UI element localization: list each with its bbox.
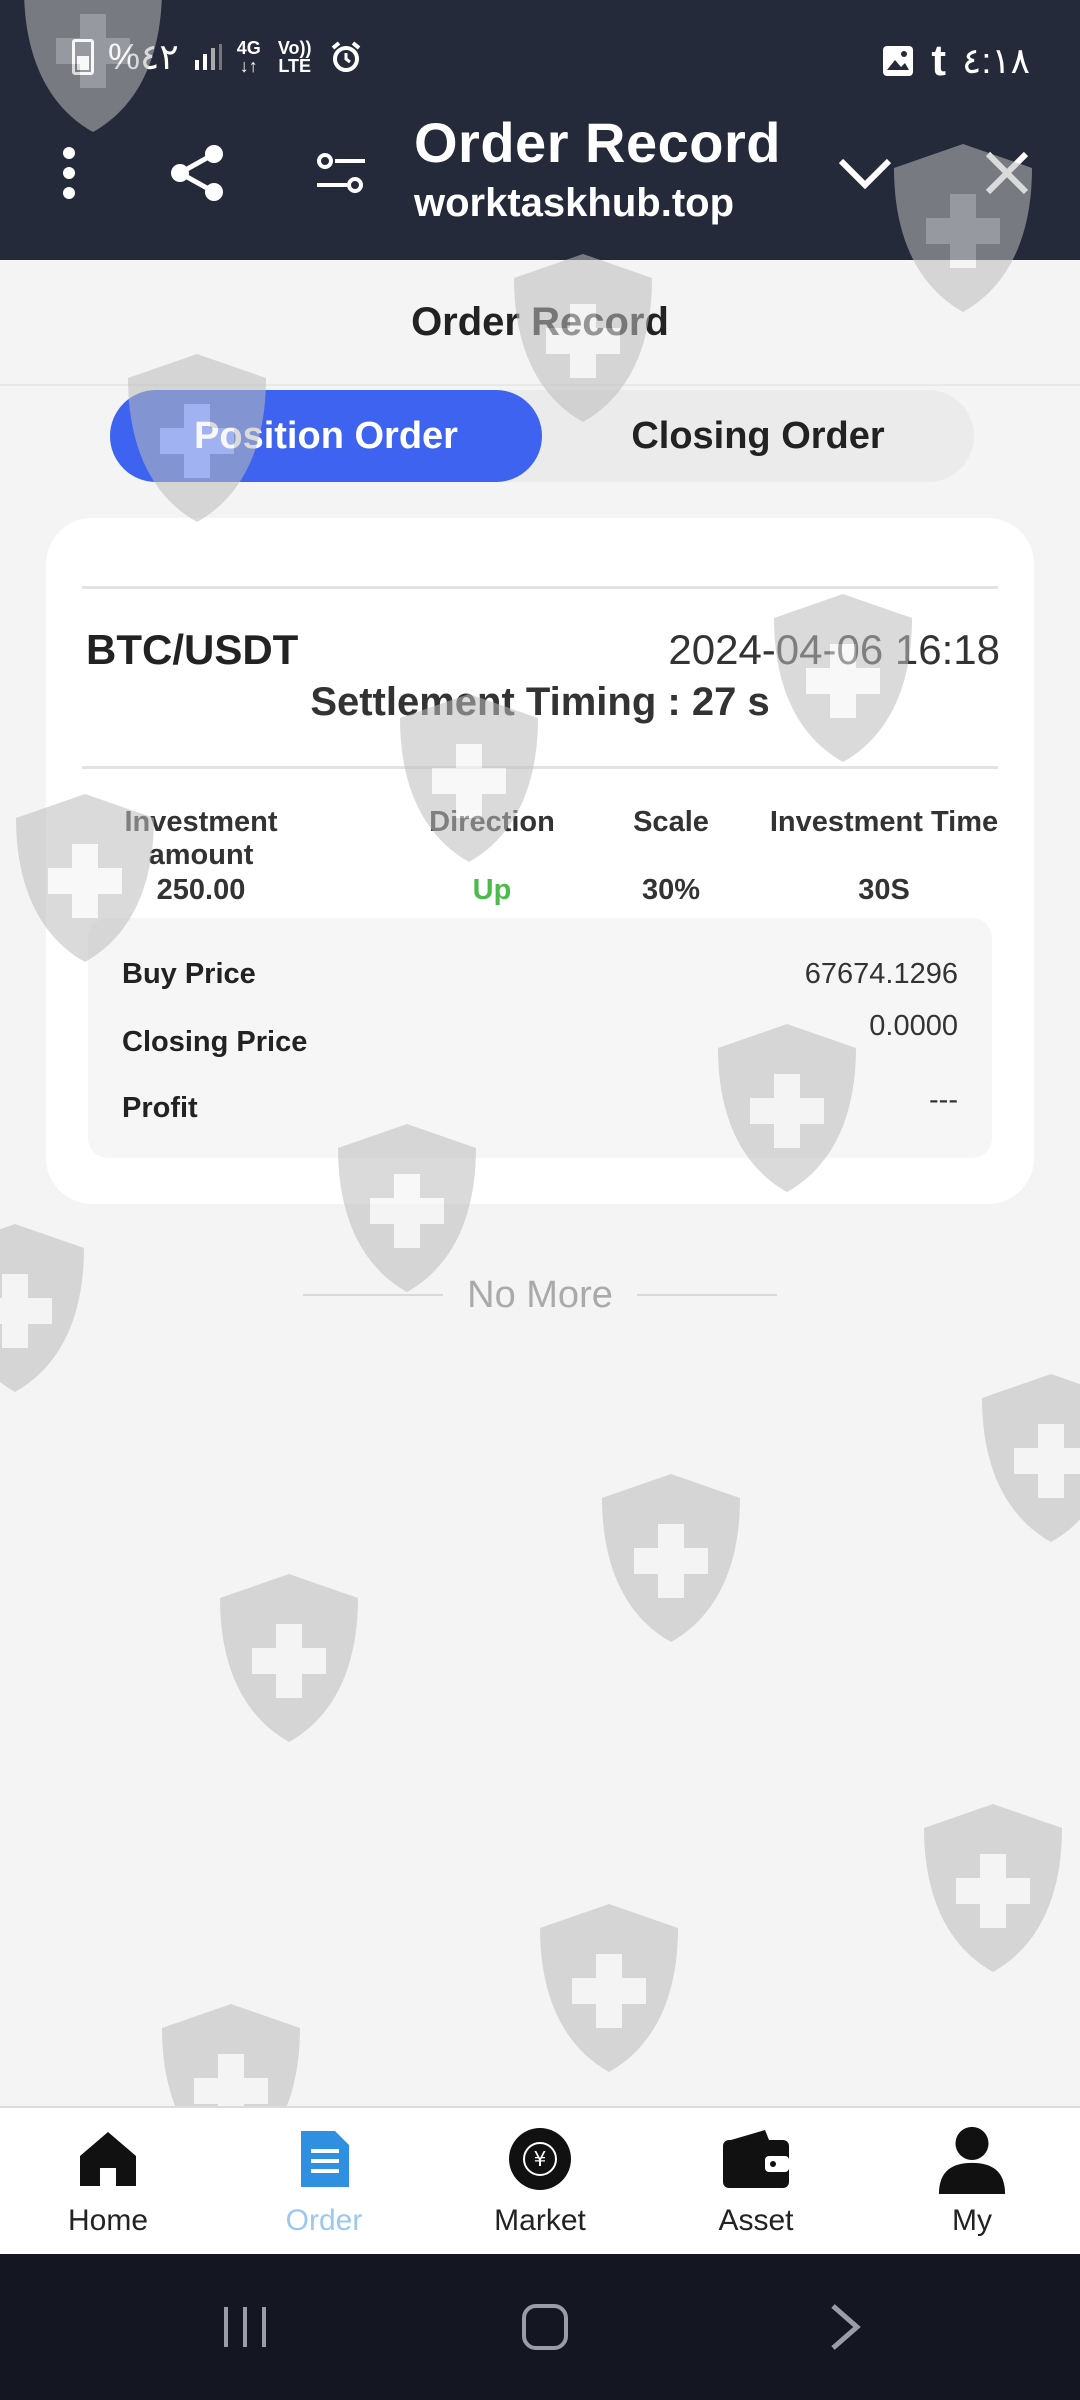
- investment-amount-value: 250.00: [156, 874, 246, 906]
- browser-toolbar: Order Record worktaskhub.top: [0, 100, 1080, 260]
- list-end-line-left: [303, 1294, 444, 1296]
- close-icon: [985, 151, 1029, 195]
- recents-icon: [224, 2307, 266, 2347]
- more-vert-icon: [63, 147, 75, 199]
- alarm-icon: [331, 41, 360, 72]
- card-divider-middle: [82, 766, 998, 769]
- status-right: t ٤:١٨: [881, 36, 1030, 86]
- profit-value: ---: [929, 1084, 958, 1116]
- browser-top-bar: %٤٢ 4G ↓↑ Vo)) LTE t ٤:١٨ Order Record wo…: [0, 0, 1080, 260]
- watermark-shield-icon: [540, 1904, 678, 2072]
- user-icon: [937, 2124, 1007, 2194]
- nav-order[interactable]: Order: [216, 2108, 432, 2254]
- close-button[interactable]: [962, 128, 1052, 218]
- home-system-button[interactable]: [510, 2294, 580, 2360]
- bottom-navigation: Home Order ¥ Market Asset My: [0, 2106, 1080, 2254]
- gallery-icon: [883, 46, 914, 76]
- settlement-timing: Settlement Timing : 27 s: [310, 680, 770, 724]
- tune-icon: [317, 153, 365, 193]
- network-type: 4G ↓↑: [236, 38, 261, 76]
- site-settings-button[interactable]: [296, 128, 386, 218]
- back-button[interactable]: [810, 2294, 880, 2360]
- watermark-shield-icon: [924, 1804, 1062, 1972]
- order-datetime: 2024-04-06 16:18: [668, 626, 1000, 673]
- browser-title-block: Order Record worktaskhub.top: [414, 110, 781, 226]
- trading-pair: BTC/USDT: [86, 626, 299, 673]
- svg-text:¥: ¥: [534, 2147, 547, 2171]
- watermark-shield-icon: [602, 1474, 740, 1642]
- nav-asset-label: Asset: [718, 2204, 794, 2237]
- profit-label: Profit: [122, 1092, 198, 1124]
- watermark-shield-icon: [220, 1574, 358, 1742]
- tumblr-icon: t: [931, 36, 946, 85]
- battery-level: %٤٢: [108, 36, 179, 77]
- direction-header: Direction: [429, 806, 555, 838]
- battery-icon: [72, 39, 94, 75]
- nav-my-label: My: [952, 2204, 992, 2237]
- buy-price-label: Buy Price: [122, 958, 256, 990]
- card-divider-top: [82, 586, 998, 589]
- tab-closing-order[interactable]: Closing Order: [542, 390, 974, 482]
- investment-amount-header: Investment amount: [124, 806, 278, 871]
- buy-price-value: 67674.1296: [804, 958, 958, 990]
- wallet-icon: [721, 2124, 791, 2194]
- home-square-icon: [522, 2304, 568, 2350]
- investment-time-value: 30S: [858, 874, 910, 906]
- watermark-shield-icon: [982, 1374, 1080, 1542]
- share-icon: [171, 145, 223, 201]
- volte-indicator: Vo)) LTE: [277, 38, 312, 76]
- nav-market-label: Market: [494, 2204, 586, 2237]
- browser-url: worktaskhub.top: [414, 181, 735, 225]
- direction-column: Direction Up: [412, 806, 572, 907]
- nav-home-label: Home: [67, 2204, 149, 2237]
- investment-time-header: Investment Time: [769, 806, 999, 838]
- home-icon: [73, 2124, 143, 2194]
- nav-market[interactable]: ¥ Market: [432, 2108, 648, 2254]
- nav-home[interactable]: Home: [0, 2108, 216, 2254]
- more-options-button[interactable]: [24, 128, 114, 218]
- list-end-line-right: [636, 1294, 777, 1296]
- scale-header: Scale: [633, 806, 709, 838]
- order-icon: [289, 2124, 359, 2194]
- no-more-text: No More: [467, 1273, 613, 1316]
- closing-price-label: Closing Price: [122, 1026, 308, 1058]
- signal-icon: [194, 44, 222, 70]
- market-icon: ¥: [505, 2124, 575, 2194]
- nav-my[interactable]: My: [864, 2108, 1080, 2254]
- investment-amount-column: Investment amount 250.00: [76, 806, 326, 907]
- browser-page-title: Order Record: [414, 111, 781, 174]
- scale-value: 30%: [641, 874, 701, 906]
- collapse-button[interactable]: [820, 128, 910, 218]
- order-details: Buy Price 67674.1296 Closing Price 0.000…: [88, 918, 992, 1158]
- closing-price-value: 0.0000: [869, 1010, 958, 1042]
- order-tabs: Position Order Closing Order: [110, 390, 974, 482]
- page-header: Order Record: [0, 260, 1080, 386]
- page-title: Order Record: [411, 299, 669, 344]
- recents-button[interactable]: [210, 2294, 280, 2360]
- nav-asset[interactable]: Asset: [648, 2108, 864, 2254]
- direction-value: Up: [472, 874, 512, 906]
- order-card: BTC/USDT 2024-04-06 16:18 Settlement Tim…: [46, 518, 1034, 1204]
- investment-time-column: Investment Time 30S: [754, 806, 1014, 907]
- clock-time: ٤:١٨: [961, 40, 1030, 81]
- nav-order-label: Order: [285, 2204, 363, 2237]
- tab-position-order[interactable]: Position Order: [110, 390, 542, 482]
- system-navigation-bar: [0, 2254, 1080, 2400]
- chevron-right-icon: [831, 2304, 861, 2350]
- scale-column: Scale 30%: [606, 806, 736, 907]
- list-end-indicator: No More: [0, 1270, 1080, 1320]
- share-button[interactable]: [152, 128, 242, 218]
- status-left: %٤٢ 4G ↓↑ Vo)) LTE: [72, 36, 363, 78]
- status-bar: %٤٢ 4G ↓↑ Vo)) LTE t ٤:١٨: [0, 30, 1080, 90]
- chevron-down-icon: [838, 158, 892, 189]
